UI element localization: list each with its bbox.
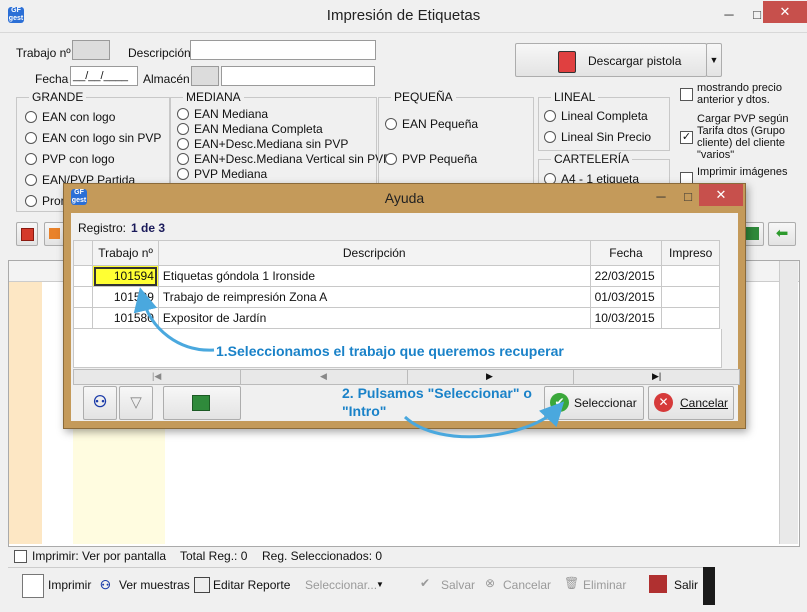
arrow-to-seleccionar-icon [403,401,565,439]
annotation-arrows [133,287,565,439]
arrow-to-trabajo-icon [133,287,215,352]
